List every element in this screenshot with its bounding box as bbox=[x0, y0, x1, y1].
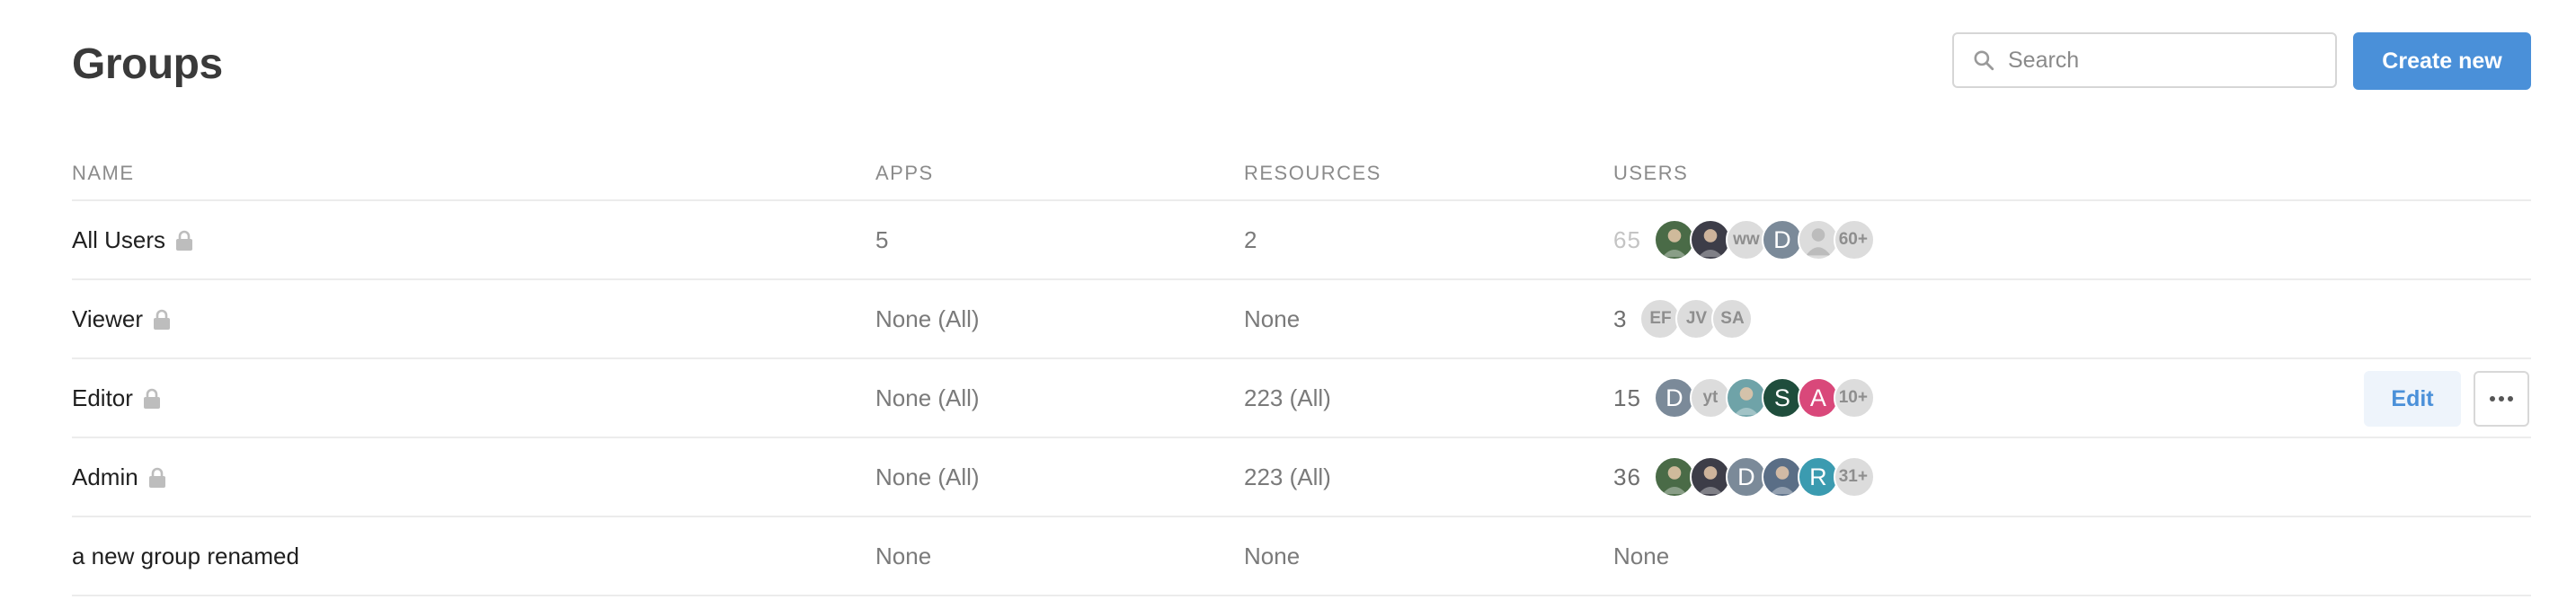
apps-cell: None (All) bbox=[875, 463, 980, 490]
user-photo-icon bbox=[1662, 466, 1687, 495]
column-header-name[interactable]: NAME bbox=[72, 162, 135, 185]
column-header-users[interactable]: USERS bbox=[1613, 162, 1688, 185]
avatar-stack: D R 31+ bbox=[1653, 456, 1875, 498]
resources-cell: None bbox=[1244, 542, 1301, 569]
default-user-icon bbox=[1806, 228, 1831, 256]
avatar-label: yt bbox=[1702, 388, 1719, 407]
avatar-label: 10+ bbox=[1838, 388, 1868, 407]
apps-cell: None (All) bbox=[875, 384, 980, 411]
avatar-stack: ww D 60+ bbox=[1653, 219, 1875, 260]
avatar-label: D bbox=[1666, 384, 1683, 411]
avatar-label: D bbox=[1773, 225, 1791, 253]
group-name[interactable]: Editor bbox=[72, 384, 133, 412]
column-header-apps[interactable]: APPS bbox=[875, 162, 934, 185]
resources-cell: 223 (All) bbox=[1244, 384, 1331, 411]
users-cell: None bbox=[1613, 517, 1669, 595]
avatar-stack: Dyt S A 10+ bbox=[1653, 377, 1875, 419]
users-count: 3 bbox=[1613, 304, 1628, 332]
more-users-badge[interactable]: 31+ bbox=[1833, 456, 1875, 498]
edit-button[interactable]: Edit bbox=[2364, 371, 2461, 427]
apps-cell: None (All) bbox=[875, 304, 980, 332]
user-photo-icon bbox=[1662, 229, 1687, 258]
avatar-label: R bbox=[1809, 463, 1827, 490]
group-name[interactable]: Admin bbox=[72, 463, 138, 491]
avatar-stack: EF JV SA bbox=[1639, 298, 1754, 340]
table-row[interactable]: a new group renamed None None None bbox=[72, 517, 2531, 596]
apps-cell: None bbox=[875, 542, 932, 569]
resources-cell: 2 bbox=[1244, 225, 1257, 253]
avatar-label: JV bbox=[1685, 309, 1708, 328]
group-name-cell: All Users bbox=[72, 201, 194, 278]
table-header: NAME APPS RESOURCES USERS bbox=[72, 153, 2531, 201]
user-photo-icon bbox=[1698, 229, 1723, 258]
table-row[interactable]: All Users 5 2 65 ww D 60+ bbox=[72, 201, 2531, 280]
table-body: All Users 5 2 65 ww D 60+ Viewer None (All) None 3… bbox=[72, 201, 2531, 596]
avatar-label: 60+ bbox=[1838, 230, 1868, 249]
group-name[interactable]: Viewer bbox=[72, 305, 143, 333]
users-cell: 65 ww D 60+ bbox=[1613, 201, 1875, 278]
column-header-resources[interactable]: RESOURCES bbox=[1244, 162, 1381, 185]
user-photo-icon bbox=[1734, 387, 1759, 416]
create-new-button[interactable]: Create new bbox=[2353, 32, 2531, 90]
more-options-button[interactable] bbox=[2474, 371, 2529, 427]
users-count: 36 bbox=[1613, 463, 1641, 490]
resources-cell: None bbox=[1244, 304, 1301, 332]
group-name-cell: Viewer bbox=[72, 280, 172, 357]
lock-icon bbox=[148, 467, 165, 488]
more-users-badge[interactable]: 60+ bbox=[1833, 219, 1875, 260]
more-users-badge[interactable]: 10+ bbox=[1833, 377, 1875, 419]
users-cell: 36 D R 31+ bbox=[1613, 438, 1875, 516]
lock-icon bbox=[176, 230, 193, 251]
user-avatar[interactable]: SA bbox=[1711, 298, 1754, 340]
lock-icon bbox=[154, 309, 171, 330]
table-row[interactable]: Viewer None (All) None 3 EF JV SA bbox=[72, 280, 2531, 359]
user-photo-icon bbox=[1770, 466, 1795, 495]
avatar-label: S bbox=[1773, 384, 1790, 411]
avatar-label: 31+ bbox=[1838, 467, 1868, 486]
table-row[interactable]: Editor None (All) 223 (All) 15 Dyt S A 10+ Edit bbox=[72, 359, 2531, 438]
page-title: Groups bbox=[72, 40, 223, 88]
groups-table: NAME APPS RESOURCES USERS All Users 5 2 65 w… bbox=[72, 153, 2531, 596]
group-name[interactable]: All Users bbox=[72, 226, 165, 254]
users-count: 65 bbox=[1613, 225, 1641, 253]
table-row[interactable]: Admin None (All) 223 (All) 36 D R 31+ bbox=[72, 438, 2531, 517]
resources-cell: 223 (All) bbox=[1244, 463, 1331, 490]
avatar-label: A bbox=[1809, 384, 1826, 411]
search-input[interactable] bbox=[2006, 46, 2333, 75]
search-box[interactable] bbox=[1952, 32, 2337, 88]
users-cell: 15 Dyt S A 10+ bbox=[1613, 359, 1875, 437]
avatar-label: SA bbox=[1720, 309, 1745, 328]
avatar-label: D bbox=[1737, 463, 1755, 490]
users-cell: 3 EF JV SA bbox=[1613, 280, 1754, 357]
group-name-cell: Admin bbox=[72, 438, 167, 516]
avatar-label: EF bbox=[1649, 309, 1672, 328]
lock-icon bbox=[143, 388, 160, 409]
ellipsis-icon bbox=[2490, 396, 2513, 401]
search-icon bbox=[1974, 50, 1994, 71]
user-photo-icon bbox=[1698, 466, 1723, 495]
groups-page: Groups Create new NAME APPS RESOURCES US… bbox=[0, 0, 2576, 600]
users-none-text: None bbox=[1613, 542, 1670, 569]
avatar-label: ww bbox=[1733, 230, 1760, 249]
group-name-cell: Editor bbox=[72, 359, 162, 437]
apps-cell: 5 bbox=[875, 225, 889, 253]
group-name[interactable]: a new group renamed bbox=[72, 543, 299, 570]
group-name-cell: a new group renamed bbox=[72, 517, 299, 595]
users-count: 15 bbox=[1613, 384, 1641, 411]
